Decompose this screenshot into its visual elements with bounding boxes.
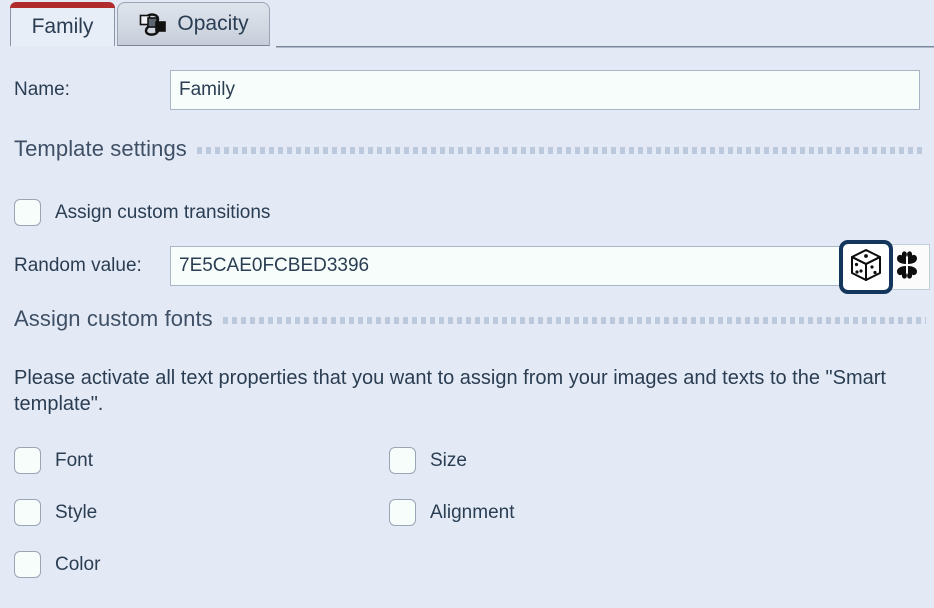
section-assign-custom-fonts-title: Assign custom fonts [14, 306, 213, 332]
checkbox-color[interactable]: Color [14, 551, 100, 578]
section-template-settings-title: Template settings [14, 136, 187, 162]
checkbox-alignment-label: Alignment [430, 502, 515, 524]
section-divider-dots [223, 317, 926, 324]
tab-family-label: Family [32, 11, 94, 39]
name-input[interactable] [170, 70, 920, 110]
checkbox-box[interactable] [389, 447, 416, 474]
checkbox-box[interactable] [14, 447, 41, 474]
checkbox-font-label: Font [55, 450, 93, 472]
checkbox-assign-custom-transitions[interactable]: Assign custom transitions [14, 199, 270, 226]
tab-strip: Family Opacity [0, 0, 934, 48]
clover-icon [891, 249, 923, 286]
section-template-settings: Template settings [14, 136, 926, 162]
name-label: Name: [14, 79, 70, 101]
checkbox-size-label: Size [430, 450, 467, 472]
checkbox-style[interactable]: Style [14, 499, 97, 526]
tab-opacity-label: Opacity [177, 12, 248, 36]
fonts-description: Please activate all text properties that… [14, 365, 914, 417]
checkbox-box[interactable] [14, 551, 41, 578]
random-value-label: Random value: [14, 255, 142, 277]
checkbox-box[interactable] [14, 499, 41, 526]
checkbox-alignment[interactable]: Alignment [389, 499, 515, 526]
tab-opacity[interactable]: Opacity [117, 2, 270, 46]
checkbox-box[interactable] [389, 499, 416, 526]
dice-icon [848, 247, 884, 288]
tab-strip-baseline [276, 46, 934, 48]
checkbox-assign-custom-transitions-label: Assign custom transitions [55, 202, 270, 224]
checkbox-box[interactable] [14, 199, 41, 226]
checkbox-color-label: Color [55, 554, 100, 576]
section-divider-dots [197, 147, 926, 154]
dice-button[interactable] [839, 240, 893, 294]
opacity-icon [138, 11, 168, 37]
section-assign-custom-fonts: Assign custom fonts [14, 306, 926, 332]
checkbox-style-label: Style [55, 502, 97, 524]
checkbox-font[interactable]: Font [14, 447, 93, 474]
tab-family[interactable]: Family [10, 2, 115, 46]
checkbox-size[interactable]: Size [389, 447, 467, 474]
random-value-input[interactable] [170, 246, 920, 286]
